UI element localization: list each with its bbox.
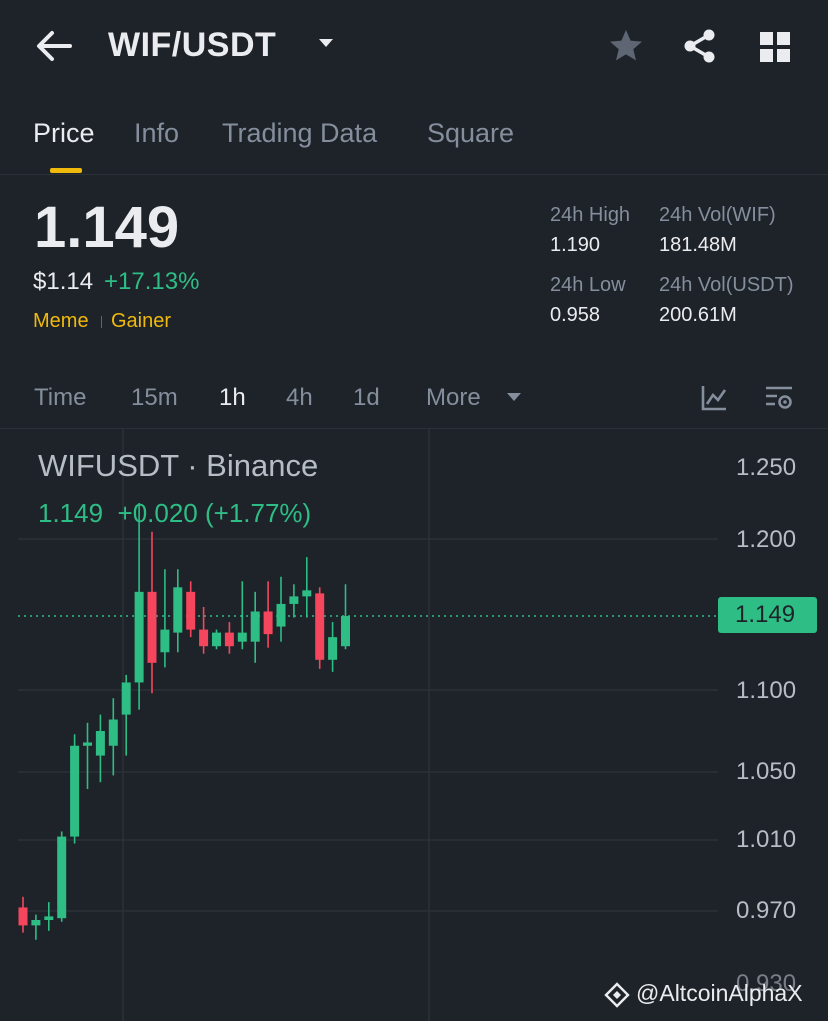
chart-quote-label: 1.149 +0.020 (+1.77%) xyxy=(38,498,312,528)
pair-title[interactable]: WIF/USDT xyxy=(108,26,276,65)
candle-body xyxy=(263,611,273,635)
interval-time[interactable]: Time xyxy=(34,384,86,412)
usd-price: $1.14 xyxy=(33,268,94,295)
candle-body xyxy=(212,632,221,647)
interval-4h[interactable]: 4h xyxy=(286,384,313,412)
candle-body xyxy=(83,742,92,746)
arrow-left-icon[interactable] xyxy=(34,28,74,64)
candle-body xyxy=(108,719,118,746)
caret-down-icon[interactable] xyxy=(506,392,522,402)
tag-meme[interactable]: Meme xyxy=(33,310,89,333)
interval-15m[interactable]: 15m xyxy=(131,384,178,412)
candle-body xyxy=(328,637,338,660)
star-icon[interactable] xyxy=(608,28,644,64)
candle-body xyxy=(186,591,196,630)
active-tab-indicator xyxy=(50,168,82,173)
y-tick-label: 1.100 xyxy=(736,677,797,704)
y-tick-label: 1.010 xyxy=(736,826,797,853)
caret-down-icon[interactable] xyxy=(316,36,336,50)
tab-price[interactable]: Price xyxy=(33,118,95,149)
tag-gainer[interactable]: Gainer xyxy=(111,310,171,333)
y-tick-label: 0.970 xyxy=(736,897,797,924)
tabs-divider xyxy=(0,174,828,175)
interval-1d[interactable]: 1d xyxy=(353,384,380,412)
vol-quote-value: 200.61M xyxy=(659,304,737,326)
candle-body xyxy=(18,907,28,926)
candle-body xyxy=(57,836,67,919)
candle-body xyxy=(224,632,234,647)
share-icon[interactable] xyxy=(682,28,718,64)
chart-indicator-icon[interactable] xyxy=(700,384,728,412)
low-value: 0.958 xyxy=(550,304,601,326)
candle-body xyxy=(289,596,299,604)
tag-separator xyxy=(101,316,102,328)
candle-body xyxy=(250,611,260,642)
grid-icon[interactable] xyxy=(758,30,792,64)
tab-square[interactable]: Square xyxy=(427,118,514,149)
candle-body xyxy=(95,731,105,756)
price-change-percent: +17.13% xyxy=(104,268,200,295)
candle-body xyxy=(315,593,325,660)
diamond-logo-icon xyxy=(604,982,630,1008)
candle-body xyxy=(160,629,170,653)
candle-body xyxy=(341,616,350,647)
interval-1h[interactable]: 1h xyxy=(219,384,246,412)
watermark: @AltcoinAlphaX xyxy=(636,980,803,1006)
current-price-label: 1.149 xyxy=(735,601,796,628)
candle-body xyxy=(121,682,131,715)
candle-body xyxy=(44,916,54,920)
y-tick-label: 1.200 xyxy=(736,526,797,553)
y-tick-label: 1.250 xyxy=(736,454,797,481)
tab-info[interactable]: Info xyxy=(134,118,179,149)
candle-body xyxy=(147,591,157,663)
high-value: 1.190 xyxy=(550,234,601,256)
last-price: 1.149 xyxy=(34,195,180,260)
vol-base-value: 181.48M xyxy=(659,234,737,256)
candle-body xyxy=(173,587,183,633)
candle-body xyxy=(302,590,312,597)
candle-body xyxy=(276,603,286,627)
candle-body xyxy=(70,745,80,837)
vol-quote-label: 24h Vol(USDT) xyxy=(659,274,794,296)
high-label: 24h High xyxy=(550,204,631,226)
tab-trading-data[interactable]: Trading Data xyxy=(222,118,377,149)
vol-base-label: 24h Vol(WIF) xyxy=(659,204,776,226)
candle-body xyxy=(199,629,209,647)
interval-more[interactable]: More xyxy=(426,384,481,412)
y-tick-label: 1.050 xyxy=(736,758,797,785)
chart-settings-icon[interactable] xyxy=(764,384,794,412)
chart-symbol-label: WIFUSDT · Binance xyxy=(38,448,319,483)
candle-body xyxy=(134,591,144,683)
candle-body xyxy=(31,920,41,926)
candle-body xyxy=(237,632,247,642)
low-label: 24h Low xyxy=(550,274,626,296)
